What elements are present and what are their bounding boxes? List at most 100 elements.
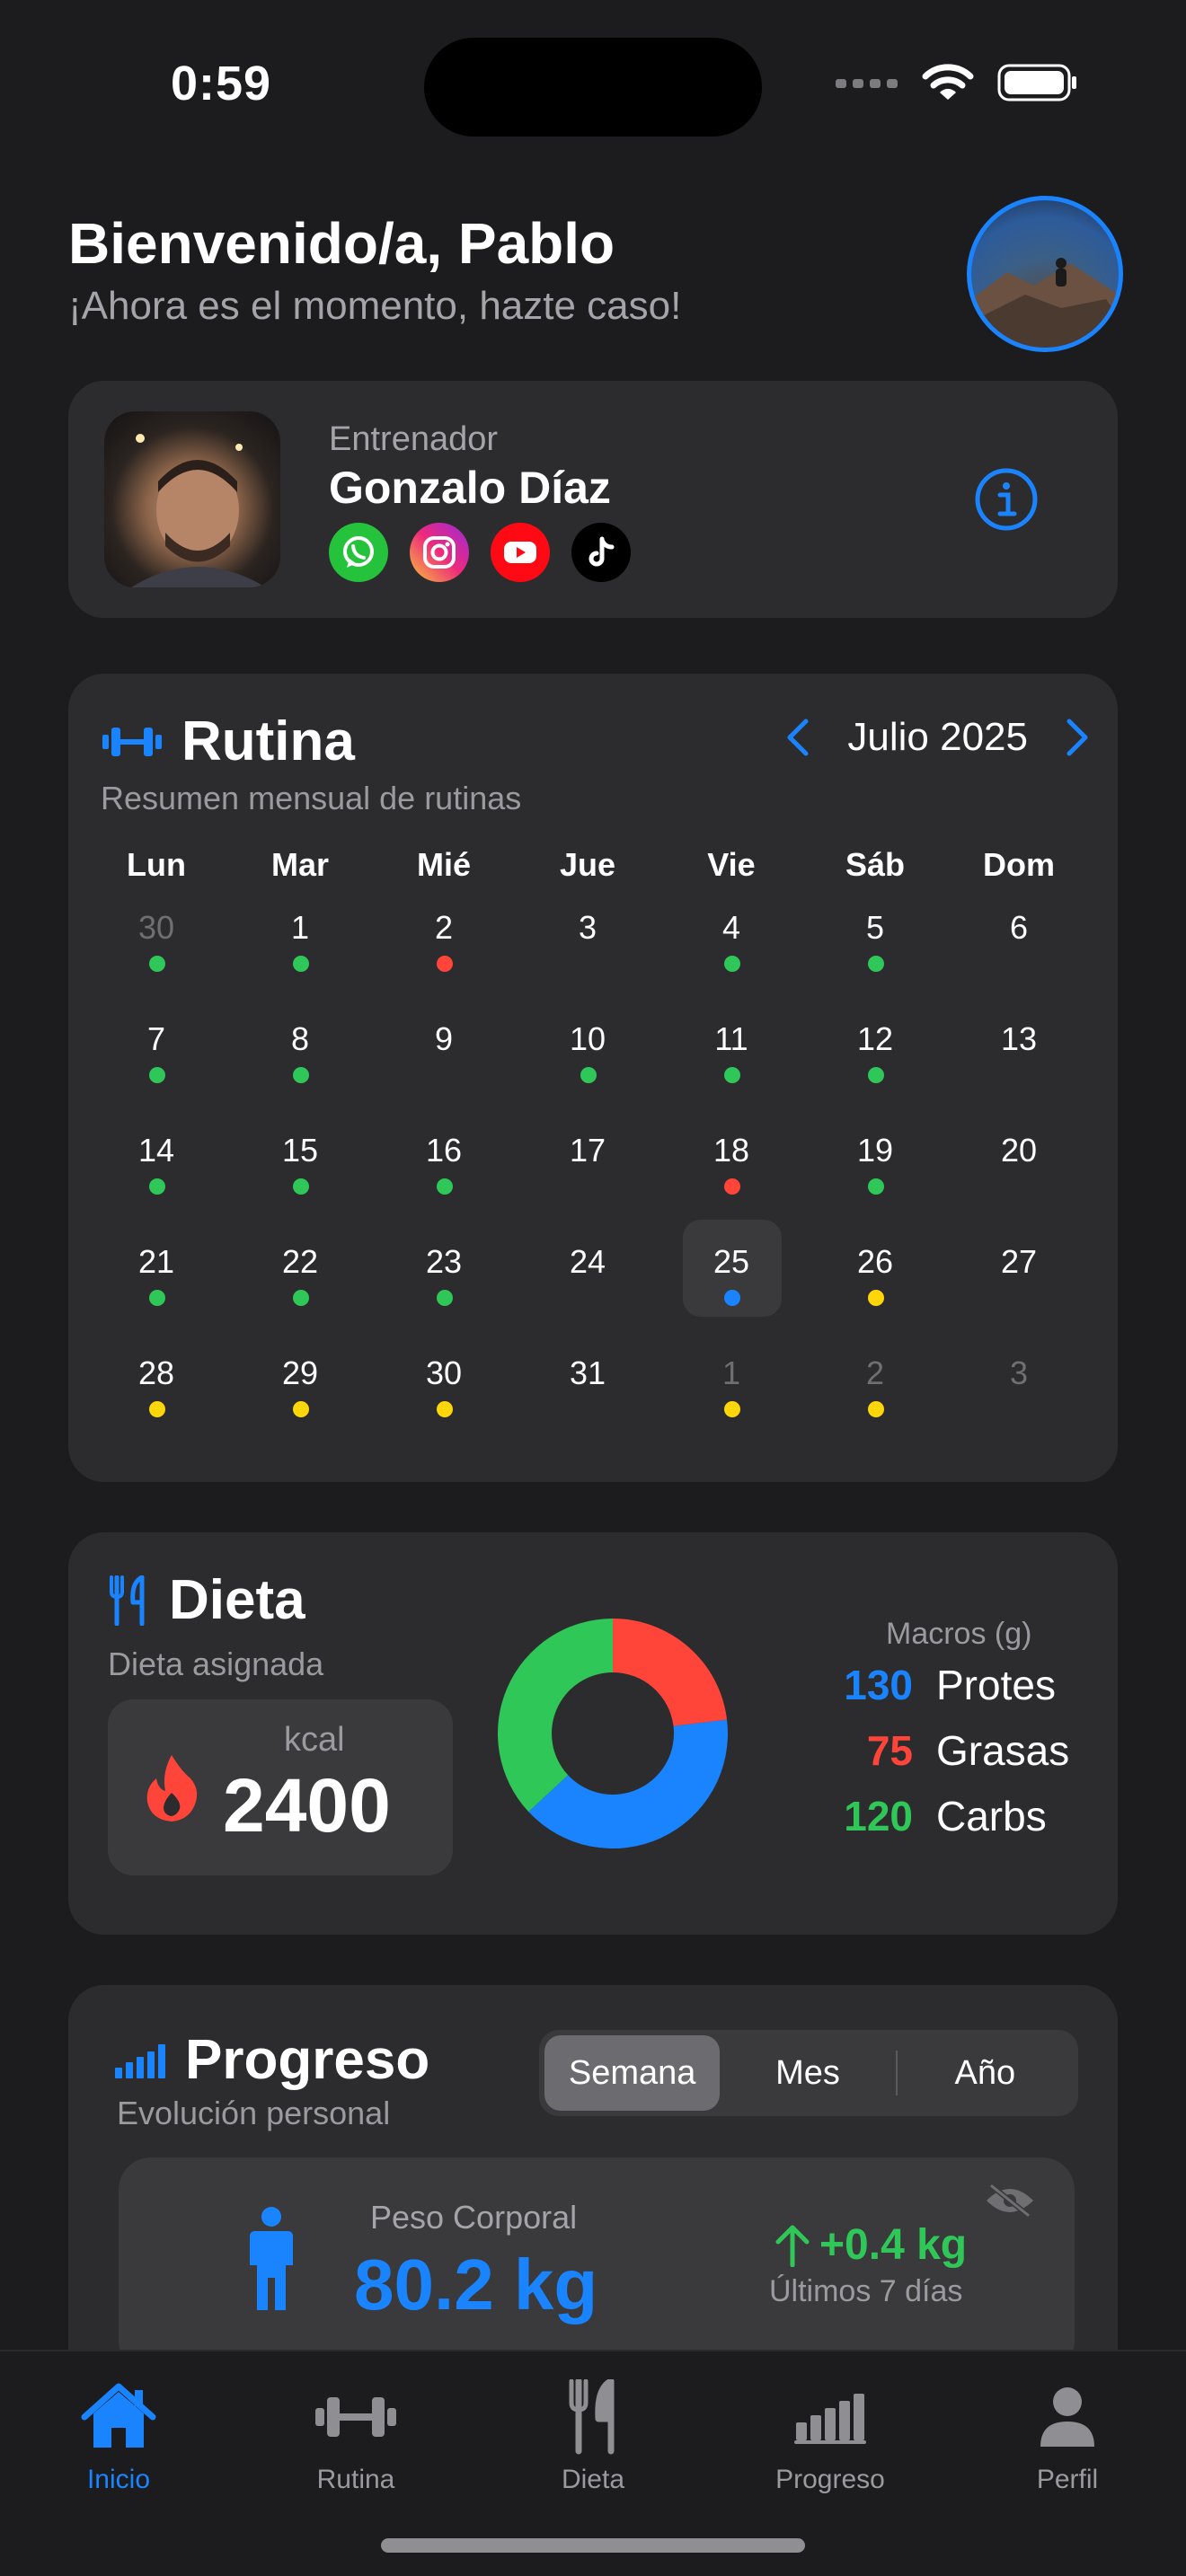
calendar-day[interactable]: 2 [372,909,516,1020]
calendar-day[interactable]: 8 [228,1020,372,1132]
routine-subtitle: Resumen mensual de rutinas [101,780,522,816]
calendar-day[interactable]: 24 [516,1243,659,1354]
chevron-right-icon[interactable] [1064,718,1091,757]
calendar-day[interactable]: 22 [228,1243,372,1354]
status-dot-green [293,1178,309,1195]
weight-value: 80.2 kg [354,2245,598,2325]
calendar-day[interactable]: 3 [947,1354,1091,1466]
macro-row: 75 Grasas [778,1726,1102,1792]
calendar-day-number: 27 [1000,1243,1038,1280]
calendar-day[interactable]: 30 [84,909,228,1020]
calendar-day-number: 5 [865,909,885,946]
coach-info-button[interactable] [974,467,1039,532]
calendar-day-number: 14 [137,1132,175,1169]
calendar-day[interactable]: 12 [803,1020,947,1132]
segment-year[interactable]: Año [898,2035,1073,2111]
calendar-day-number: 13 [1000,1020,1038,1057]
calendar-day[interactable]: 9 [372,1020,516,1132]
calendar-day-number: 17 [569,1132,606,1169]
macro-value: 75 [866,1727,913,1774]
calendar-day[interactable]: 20 [947,1132,1091,1243]
home-indicator [381,2538,805,2553]
month-label: Julio 2025 [847,715,1028,759]
calendar-day-number: 1 [721,1354,741,1391]
calendar-day-number: 9 [434,1020,454,1057]
user-avatar[interactable] [967,196,1123,352]
chart-bars-icon [115,2043,165,2078]
whatsapp-icon[interactable] [329,523,388,582]
calendar-day[interactable]: 7 [84,1020,228,1132]
chevron-left-icon[interactable] [784,718,811,757]
segment-week[interactable]: Semana [544,2035,721,2111]
calendar-day-number: 22 [281,1243,319,1280]
calendar-day[interactable]: 26 [803,1243,947,1354]
calendar-day-number: 29 [281,1354,319,1391]
weekday-label: Mié [416,846,471,883]
status-dot-yellow [868,1401,884,1417]
coach-card[interactable]: Entrenador Gonzalo Díaz [68,381,1118,618]
tiktok-icon[interactable] [571,523,631,582]
diet-card[interactable]: Dieta Dieta asignada kcal 2400 Macros (g… [68,1532,1118,1935]
eye-slash-icon[interactable] [983,2183,1037,2219]
macro-name: Grasas [936,1727,1070,1774]
macros-list: Macros (g) 130 Protes 75 Grasas 120 Carbs [778,1617,1102,1857]
routine-title: Rutina [181,710,355,772]
calendar-day-today[interactable]: 25 [659,1220,803,1354]
calendar-day[interactable]: 1 [659,1354,803,1466]
calendar-day[interactable]: 23 [372,1243,516,1354]
calendar-day[interactable]: 13 [947,1020,1091,1132]
progress-header: Progreso [115,2028,429,2092]
calendar-day[interactable]: 14 [84,1132,228,1243]
calendar-grid: 30 1 2 3 4 5 6 7 8 9 10 11 12 13 14 15 16 17 18 19 20 21 22 23 2… [84,909,1091,1466]
youtube-icon[interactable] [491,523,550,582]
tab-progreso[interactable]: Progreso [712,2351,949,2513]
body-weight-box[interactable]: Peso Corporal 80.2 kg +0.4 kg Últimos 7 … [119,2157,1075,2373]
calendar-day[interactable]: 11 [659,1020,803,1132]
status-dot-green [868,956,884,972]
calendar-day[interactable]: 6 [947,909,1091,1020]
calendar-day-number: 8 [290,1020,310,1057]
calendar-day[interactable]: 21 [84,1243,228,1354]
signal-icon [836,79,898,88]
coach-socials [329,523,631,582]
weekday-header: Lun Mar Mié Jue Vie Sáb Dom [68,846,1118,884]
status-dot-green [437,1290,453,1306]
calendar-day[interactable]: 15 [228,1132,372,1243]
calendar-day[interactable]: 29 [228,1354,372,1466]
instagram-icon[interactable] [410,523,469,582]
calendar-day[interactable]: 19 [803,1132,947,1243]
calendar-day[interactable]: 5 [803,909,947,1020]
weekday-label: Vie [707,846,756,883]
diet-header: Dieta [108,1568,305,1632]
tab-rutina[interactable]: Rutina [237,2351,474,2513]
tab-perfil[interactable]: Perfil [949,2351,1186,2513]
status-dot-green [293,956,309,972]
calendar-day[interactable]: 31 [516,1354,659,1466]
calendar-day[interactable]: 2 [803,1354,947,1466]
calendar-day-number: 11 [714,1020,748,1057]
tab-inicio[interactable]: Inicio [0,2351,237,2513]
info-icon [975,468,1038,531]
calendar-day-number: 21 [137,1243,175,1280]
calendar-day-number: 3 [578,909,597,946]
status-dot-green [868,1178,884,1195]
status-dot-green [293,1290,309,1306]
progress-title: Progreso [185,2029,430,2091]
calendar-day[interactable]: 30 [372,1354,516,1466]
status-dot-green [149,956,165,972]
coach-role: Entrenador [329,420,499,458]
calendar-day[interactable]: 28 [84,1354,228,1466]
calendar-day[interactable]: 4 [659,909,803,1020]
segment-month[interactable]: Mes [720,2035,895,2111]
tab-dieta[interactable]: Dieta [474,2351,712,2513]
calendar-day[interactable]: 10 [516,1020,659,1132]
calendar-day[interactable]: 17 [516,1132,659,1243]
calendar-day[interactable]: 27 [947,1243,1091,1354]
calendar-day[interactable]: 3 [516,909,659,1020]
calendar-day[interactable]: 16 [372,1132,516,1243]
calendar-day-number: 10 [569,1020,606,1057]
calendar-day[interactable]: 1 [228,909,372,1020]
calendar-day-number: 4 [721,909,741,946]
dumbbell-icon [102,727,162,756]
donut-slice-grasas [613,1619,728,1726]
